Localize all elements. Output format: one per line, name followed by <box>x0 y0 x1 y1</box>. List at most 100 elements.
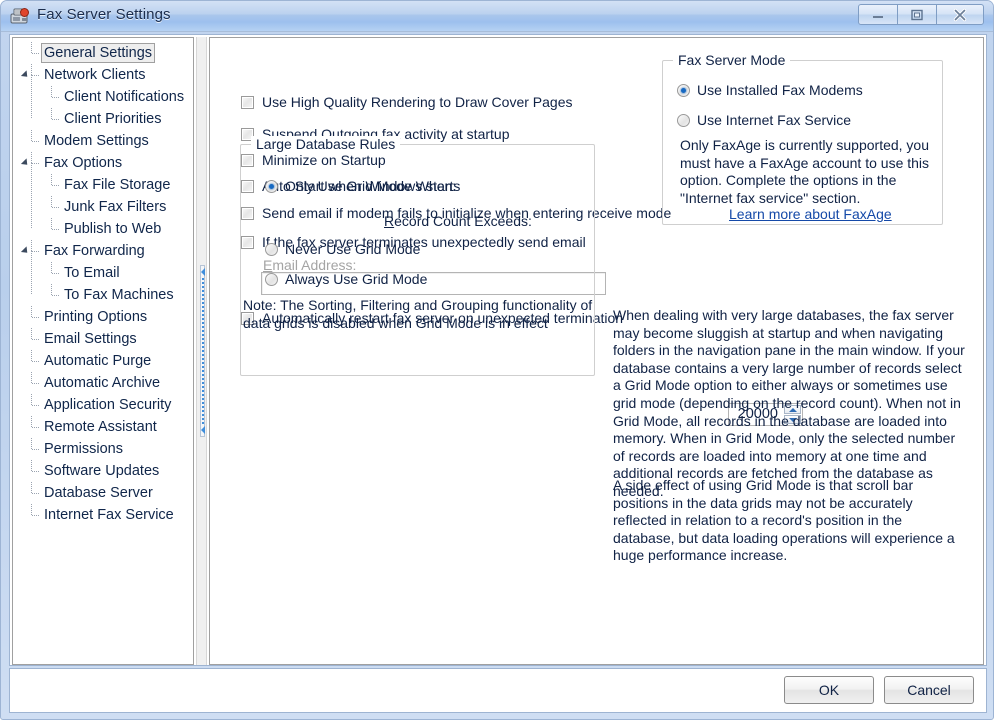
sidebar-item-automatic-purge[interactable]: Automatic Purge <box>13 350 193 372</box>
radio-label: Only Use Grid Mode When: <box>285 178 457 194</box>
title-bar: Fax Server Settings <box>1 1 993 32</box>
radio-label: Use Internet Fax Service <box>697 112 852 128</box>
radio-only-use-grid-mode-when[interactable]: Only Use Grid Mode When: <box>265 178 456 194</box>
sidebar-item-label: Client Priorities <box>64 111 162 127</box>
radio-use-installed-fax-modems[interactable]: Use Installed Fax Modems <box>677 82 863 98</box>
radio-button[interactable] <box>677 83 690 97</box>
dialog-client-area: General Settings Network Clients Client No… <box>9 34 987 666</box>
sidebar-item-client-priorities[interactable]: Client Priorities <box>13 108 193 130</box>
cancel-button[interactable]: Cancel <box>884 676 974 704</box>
radio-button[interactable] <box>265 272 278 286</box>
fax-machine-icon <box>9 6 30 26</box>
sidebar-item-label: Permissions <box>44 441 123 457</box>
tree-connector-icon <box>31 504 40 526</box>
panel-splitter[interactable] <box>196 37 207 665</box>
settings-tree-panel[interactable]: General Settings Network Clients Client No… <box>12 37 194 665</box>
tree-connector-icon <box>31 460 40 482</box>
radio-use-internet-fax-service[interactable]: Use Internet Fax Service <box>677 112 851 128</box>
checkbox-use-high-quality-rendering[interactable]: Use High Quality Rendering to Draw Cover… <box>241 94 572 110</box>
sidebar-item-fax-forwarding[interactable]: Fax Forwarding <box>13 240 193 262</box>
sidebar-item-junk-fax-filters[interactable]: Junk Fax Filters <box>13 196 193 218</box>
record-count-exceeds-label: Record Count Exceeds: <box>384 213 532 229</box>
checkbox-box[interactable] <box>241 95 254 109</box>
sidebar-item-fax-file-storage[interactable]: Fax File Storage <box>13 174 193 196</box>
sidebar-item-label: Client Notifications <box>64 89 185 105</box>
tree-connector-icon <box>31 64 40 86</box>
radio-button[interactable] <box>265 242 278 256</box>
sidebar-item-label: Publish to Web <box>64 221 162 237</box>
tree-expander-icon[interactable] <box>20 70 31 80</box>
ok-button[interactable]: OK <box>784 676 874 704</box>
sidebar-item-label: Remote Assistant <box>44 419 157 435</box>
general-settings-panel: Use High Quality Rendering to Draw Cover… <box>209 37 984 665</box>
tree-connector-icon <box>31 394 40 416</box>
help-paragraph-2: A side effect of using Grid Mode is that… <box>613 477 955 564</box>
splitter-grip-dots <box>202 278 204 426</box>
radio-label: Never Use Grid Mode <box>285 241 421 257</box>
radio-never-use-grid-mode[interactable]: Never Use Grid Mode <box>265 241 420 257</box>
sidebar-item-label: Database Server <box>44 485 153 501</box>
sidebar-item-label: Junk Fax Filters <box>64 199 167 215</box>
sidebar-item-email-settings[interactable]: Email Settings <box>13 328 193 350</box>
sidebar-item-label: To Email <box>64 265 120 281</box>
learn-more-about-faxage-link[interactable]: Learn more about FaxAge <box>729 206 892 222</box>
tree-connector-icon <box>31 482 40 504</box>
tree-connector-icon <box>51 108 60 130</box>
sidebar-item-database-server[interactable]: Database Server <box>13 482 193 504</box>
radio-button[interactable] <box>677 113 690 127</box>
large-database-rules-title: Large Database Rules <box>251 136 401 152</box>
sidebar-item-internet-fax-service[interactable]: Internet Fax Service <box>13 504 193 526</box>
sidebar-item-automatic-archive[interactable]: Automatic Archive <box>13 372 193 394</box>
tree-expander-icon[interactable] <box>20 158 31 168</box>
sidebar-item-label: Internet Fax Service <box>44 507 174 523</box>
tree-connector-icon <box>51 284 60 306</box>
sidebar-item-application-security[interactable]: Application Security <box>13 394 193 416</box>
large-database-rules-group: Large Database Rules Only Use Grid Mode … <box>240 136 595 376</box>
sidebar-item-network-clients[interactable]: Network Clients <box>13 64 193 86</box>
tree-connector-icon <box>31 42 40 64</box>
sidebar-item-to-fax-machines[interactable]: To Fax Machines <box>13 284 193 306</box>
sidebar-item-remote-assistant[interactable]: Remote Assistant <box>13 416 193 438</box>
sidebar-item-label: Application Security <box>44 397 172 413</box>
fax-server-mode-title: Fax Server Mode <box>673 52 791 68</box>
splitter-collapse-arrow-icon[interactable] <box>201 268 205 276</box>
ok-button-label: OK <box>818 682 840 698</box>
checkbox-label: Use High Quality Rendering to Draw Cover… <box>262 94 573 110</box>
window-title: Fax Server Settings <box>37 6 171 23</box>
sidebar-item-fax-options[interactable]: Fax Options <box>13 152 193 174</box>
splitter-collapse-arrow-icon[interactable] <box>201 426 205 434</box>
sidebar-item-client-notifications[interactable]: Client Notifications <box>13 86 193 108</box>
fax-server-settings-window: Fax Server Settings General Settings Netw… <box>0 0 994 720</box>
sidebar-item-printing-options[interactable]: Printing Options <box>13 306 193 328</box>
fax-server-mode-description: Only FaxAge is currently supported, you … <box>680 137 930 206</box>
tree-connector-icon <box>51 218 60 240</box>
sidebar-item-label: General Settings <box>41 43 156 63</box>
sidebar-item-to-email[interactable]: To Email <box>13 262 193 284</box>
tree-expander-icon[interactable] <box>20 246 31 256</box>
tree-connector-icon <box>51 262 60 284</box>
minimize-button[interactable] <box>858 4 898 25</box>
sidebar-item-label: Fax Options <box>44 155 123 171</box>
tree-connector-icon <box>31 306 40 328</box>
sidebar-item-modem-settings[interactable]: Modem Settings <box>13 130 193 152</box>
tree-connector-icon <box>51 174 60 196</box>
radio-label: Always Use Grid Mode <box>285 271 428 287</box>
radio-always-use-grid-mode[interactable]: Always Use Grid Mode <box>265 271 427 287</box>
sidebar-item-publish-to-web[interactable]: Publish to Web <box>13 218 193 240</box>
dialog-footer: OK Cancel <box>9 668 987 713</box>
fax-server-mode-group: Fax Server Mode Use Installed Fax Modems… <box>662 52 943 225</box>
record-count-label-rest: ecord Count Exceeds: <box>394 213 532 229</box>
radio-button[interactable] <box>265 179 278 193</box>
sidebar-item-software-updates[interactable]: Software Updates <box>13 460 193 482</box>
sidebar-item-permissions[interactable]: Permissions <box>13 438 193 460</box>
sidebar-item-general-settings[interactable]: General Settings <box>13 42 193 64</box>
tree-connector-icon <box>31 372 40 394</box>
tree-connector-icon <box>31 438 40 460</box>
splitter-grip[interactable] <box>200 265 205 437</box>
sidebar-item-label: Automatic Archive <box>44 375 161 391</box>
maximize-button[interactable] <box>897 4 937 25</box>
tree-connector-icon <box>51 86 60 108</box>
sidebar-item-label: Network Clients <box>44 67 146 83</box>
close-button[interactable] <box>936 4 984 25</box>
tree-connector-icon <box>31 416 40 438</box>
